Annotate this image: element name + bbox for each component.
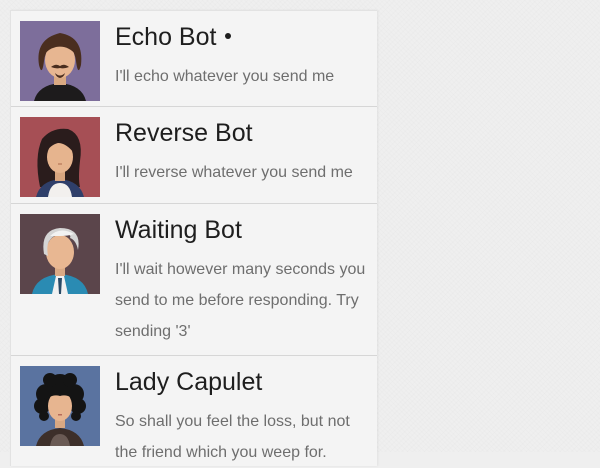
contact-name: Lady Capulet — [115, 368, 263, 396]
curly-haired-woman-avatar-icon — [20, 366, 100, 446]
contact-name: Echo Bot — [115, 20, 232, 54]
contact-description: I'll wait however many seconds you send … — [115, 261, 366, 340]
dark-haired-woman-avatar-icon — [20, 117, 100, 197]
bearded-man-avatar-icon — [20, 21, 100, 101]
contact-name: Waiting Bot — [115, 216, 242, 244]
contact-item-reverse-bot[interactable]: Reverse Bot I'll reverse whatever you se… — [11, 107, 377, 204]
contact-description: So shall you feel the loss, but not the … — [115, 413, 350, 461]
contact-item-lady-capulet[interactable]: Lady Capulet So shall you feel the loss,… — [11, 356, 377, 466]
online-status-dot — [225, 33, 232, 40]
contact-item-waiting-bot[interactable]: Waiting Bot I'll wait however many secon… — [11, 204, 377, 356]
contact-list: Echo Bot I'll echo whatever you send me … — [10, 10, 377, 466]
contact-description: I'll echo whatever you send me — [115, 68, 335, 85]
contact-name: Reverse Bot — [115, 119, 253, 147]
gray-haired-man-avatar-icon — [20, 214, 100, 294]
contact-description: I'll reverse whatever you send me — [115, 164, 353, 181]
contact-item-echo-bot[interactable]: Echo Bot I'll echo whatever you send me — [11, 10, 377, 107]
